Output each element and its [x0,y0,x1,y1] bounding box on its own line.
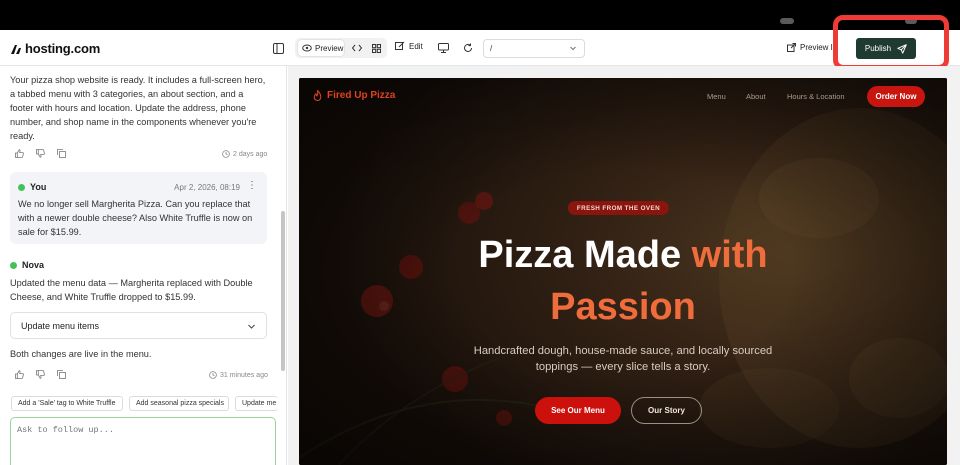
site-nav-about[interactable]: About [746,92,766,101]
our-story-label: Our Story [648,406,685,415]
thumbs-up-icon[interactable] [15,149,24,158]
chevron-down-icon [570,46,576,51]
sidebar-toggle-icon[interactable] [270,40,286,56]
clock-icon [209,371,217,379]
preview-mode-button[interactable]: Preview [298,40,344,56]
logo-icon [11,44,21,54]
assistant-followup-message: Both changes are live in the menu. [10,349,152,359]
edit-button[interactable]: Edit [395,41,423,51]
preview-link-label: Preview l [800,43,833,52]
site-nav-menu[interactable]: Menu [707,92,726,101]
site-brand[interactable]: Fired Up Pizza [313,90,395,101]
copy-icon[interactable] [57,370,66,379]
refresh-icon[interactable] [460,40,476,56]
chevron-down-icon [248,324,255,329]
site-nav-hours-location[interactable]: Hours & Location [787,92,845,101]
site-preview: Fired Up Pizza Menu About Hours & Locati… [299,78,947,465]
top-bar-glyph [780,18,794,24]
external-link-icon [787,43,796,52]
site-brand-name: Fired Up Pizza [327,90,396,101]
preview-pane: Fired Up Pizza Menu About Hours & Locati… [288,66,960,465]
assistant-intro-message: Your pizza shop website is ready. It inc… [10,75,266,141]
brand-name: hosting.com [25,41,101,56]
chat-panel: Your pizza shop website is ready. It inc… [0,66,287,465]
grid-view-icon[interactable] [368,40,384,56]
eye-icon [302,44,312,52]
online-dot-icon [10,261,17,269]
copy-icon[interactable] [57,149,66,158]
app-toolbar: hosting.com Preview Edit / Preview l [0,30,960,66]
assistant-reply-message: Updated the menu data — Margherita repla… [10,278,253,302]
message-time-text: 31 minutes ago [220,371,268,379]
url-path-value: / [490,44,493,53]
edit-label: Edit [409,41,423,51]
hero-headline-white: Pizza Made [478,234,692,276]
thumbs-up-icon[interactable] [15,370,24,379]
preview-mode-label: Preview [315,43,344,53]
suggestion-chip[interactable]: Update me [235,396,278,411]
hero-headline-line2: Passion [550,286,696,328]
view-mode-switch: Preview [295,38,387,58]
user-author: You [18,182,46,192]
publish-highlight-annotation [833,15,949,70]
chat-scrollbar[interactable] [281,211,285,371]
assistant-author: Nova [10,260,44,270]
preview-link-button[interactable]: Preview l [787,43,832,52]
code-view-icon[interactable] [349,40,365,56]
collapsible-label: Update menu items [21,321,100,331]
our-story-button[interactable]: Our Story [631,397,702,424]
see-our-menu-label: See Our Menu [551,406,605,415]
message-actions [15,370,66,379]
follow-up-input[interactable] [10,417,276,465]
fresh-badge-text: FRESH FROM THE OVEN [576,204,661,212]
more-options-icon[interactable]: ⋮ [247,180,257,191]
user-message-date: Apr 2, 2026, 08:19 [174,183,240,192]
hero-headline-line1: Pizza Made with [299,236,947,274]
message-actions [15,149,66,158]
assistant-name: Nova [22,260,45,270]
flame-icon [313,90,322,101]
suggestion-chip[interactable]: Add seasonal pizza specials [129,396,229,411]
online-dot-icon [18,183,25,191]
url-path-select[interactable]: / [483,39,585,58]
see-our-menu-button[interactable]: See Our Menu [535,397,621,424]
hero-headline-accent: with [691,234,768,276]
order-now-label: Order Now [875,92,917,101]
thumbs-down-icon[interactable] [36,149,45,158]
message-timestamp: 31 minutes ago [209,371,268,379]
order-now-button[interactable]: Order Now [867,86,925,107]
message-timestamp: 2 days ago [222,150,267,158]
thumbs-down-icon[interactable] [36,370,45,379]
clock-icon [222,150,230,158]
user-message-text: We no longer sell Margherita Pizza. Can … [18,199,253,237]
update-menu-items-collapsible[interactable]: Update menu items [10,312,267,339]
desktop-viewport-icon[interactable] [435,40,451,56]
hero-subtitle: Handcrafted dough, house-made sauce, and… [473,345,773,373]
site-navbar: Fired Up Pizza Menu About Hours & Locati… [299,78,947,118]
edit-icon [395,41,405,50]
brand-logo[interactable]: hosting.com [10,41,100,56]
fresh-badge: FRESH FROM THE OVEN [568,201,669,215]
user-name: You [30,182,47,192]
suggestion-chip[interactable]: Add a 'Sale' tag to White Truffle [11,396,123,411]
message-time-text: 2 days ago [233,150,268,158]
top-bar [0,0,960,30]
user-message-card: You Apr 2, 2026, 08:19 ⋮ We no longer se… [10,172,267,244]
